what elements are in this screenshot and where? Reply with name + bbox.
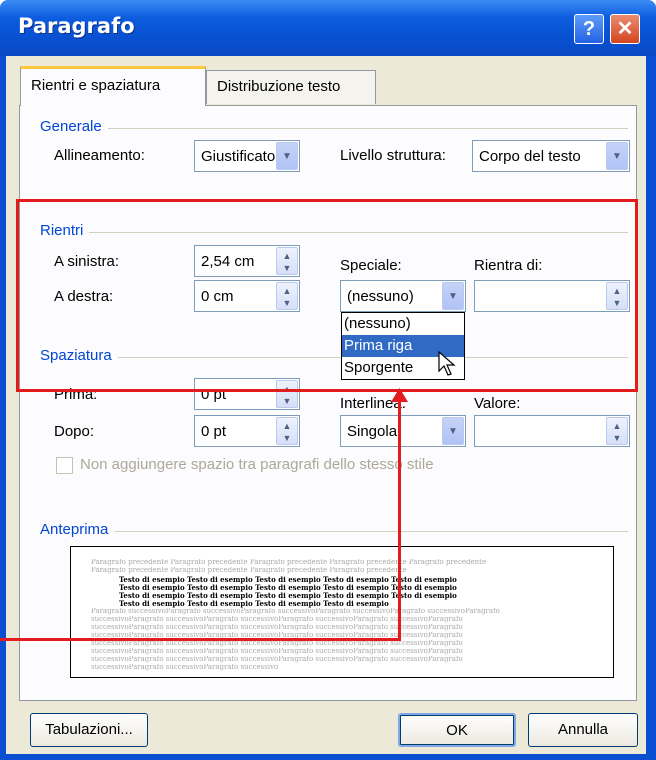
preview-prev-line: Paragrafo precedente Paragrafo precedent… bbox=[91, 567, 407, 574]
tab-rientri-spaziatura[interactable]: Rientri e spaziatura bbox=[20, 66, 206, 106]
no-space-label: Non aggiungere spazio tra paragrafi dell… bbox=[80, 456, 434, 473]
outline-label: Livello struttura: bbox=[340, 147, 446, 164]
section-generale: Generale bbox=[40, 118, 108, 135]
tab-distribuzione-testo[interactable]: Distribuzione testo bbox=[206, 70, 376, 104]
preview-box: Paragrafo precedente Paragrafo precedent… bbox=[70, 546, 614, 678]
after-spinner[interactable]: 0 pt ▲ ▼ bbox=[194, 415, 300, 447]
alignment-value: Giustificato bbox=[201, 148, 276, 165]
cancel-button[interactable]: Annulla bbox=[528, 713, 638, 747]
spinner-arrows-icon[interactable]: ▲ ▼ bbox=[606, 417, 628, 445]
annotation-connector bbox=[398, 392, 401, 641]
preview-next-line: successivoParagrafo successivoParagrafo … bbox=[91, 624, 463, 631]
preview-next-line: successivoParagrafo successivoParagrafo … bbox=[91, 648, 463, 655]
section-anteprima: Anteprima bbox=[40, 521, 115, 538]
outline-value: Corpo del testo bbox=[479, 148, 581, 165]
close-button[interactable]: ✕ bbox=[610, 14, 640, 44]
preview-sample-line: Testo di esempio Testo di esempio Testo … bbox=[119, 592, 457, 600]
alignment-select[interactable]: Giustificato ▼ bbox=[194, 140, 300, 172]
annotation-arrow-icon bbox=[391, 388, 408, 402]
separator bbox=[40, 531, 628, 532]
chevron-down-icon[interactable]: ▼ bbox=[442, 417, 464, 445]
preview-next-line: successivoParagrafo successivoParagrafo … bbox=[91, 616, 463, 623]
value-label: Valore: bbox=[474, 395, 521, 412]
preview-sample-line: Testo di esempio Testo di esempio Testo … bbox=[119, 584, 457, 592]
mouse-pointer-icon bbox=[438, 351, 456, 376]
preview-sample-line: Testo di esempio Testo di esempio Testo … bbox=[119, 600, 389, 608]
chevron-down-icon[interactable]: ▼ bbox=[606, 142, 628, 170]
alignment-label: Allineamento: bbox=[54, 147, 145, 164]
spinner-arrows-icon[interactable]: ▲ ▼ bbox=[276, 417, 298, 445]
window-title: Paragrafo bbox=[18, 14, 135, 38]
preview-sample-line: Testo di esempio Testo di esempio Testo … bbox=[119, 576, 457, 584]
tabs-button[interactable]: Tabulazioni... bbox=[30, 713, 148, 747]
preview-prev-line: Paragrafo precedente Paragrafo precedent… bbox=[91, 559, 487, 566]
annotation-connector bbox=[0, 638, 401, 641]
ok-button[interactable]: OK bbox=[398, 713, 516, 747]
preview-next-line: successivoParagrafo successivoParagrafo … bbox=[91, 664, 279, 671]
line-spacing-select[interactable]: Singola ▼ bbox=[340, 415, 466, 447]
chevron-down-icon[interactable]: ▼ bbox=[276, 142, 298, 170]
outline-select[interactable]: Corpo del testo ▼ bbox=[472, 140, 630, 172]
after-label: Dopo: bbox=[54, 423, 95, 440]
after-value: 0 pt bbox=[201, 423, 227, 440]
separator bbox=[40, 128, 628, 129]
no-space-checkbox[interactable] bbox=[56, 457, 73, 474]
annotation-highlight-box bbox=[16, 199, 638, 392]
help-button[interactable]: ? bbox=[574, 14, 604, 44]
preview-next-line: Paragrafo successivoParagrafo successivo… bbox=[91, 608, 500, 615]
preview-next-line: successivoParagrafo successivoParagrafo … bbox=[91, 640, 463, 647]
value-spinner[interactable]: ▲ ▼ bbox=[474, 415, 630, 447]
title-bar[interactable]: Paragrafo ? ✕ bbox=[0, 0, 656, 56]
preview-next-line: successivoParagrafo successivoParagrafo … bbox=[91, 656, 463, 663]
line-spacing-value: Singola bbox=[347, 423, 398, 440]
